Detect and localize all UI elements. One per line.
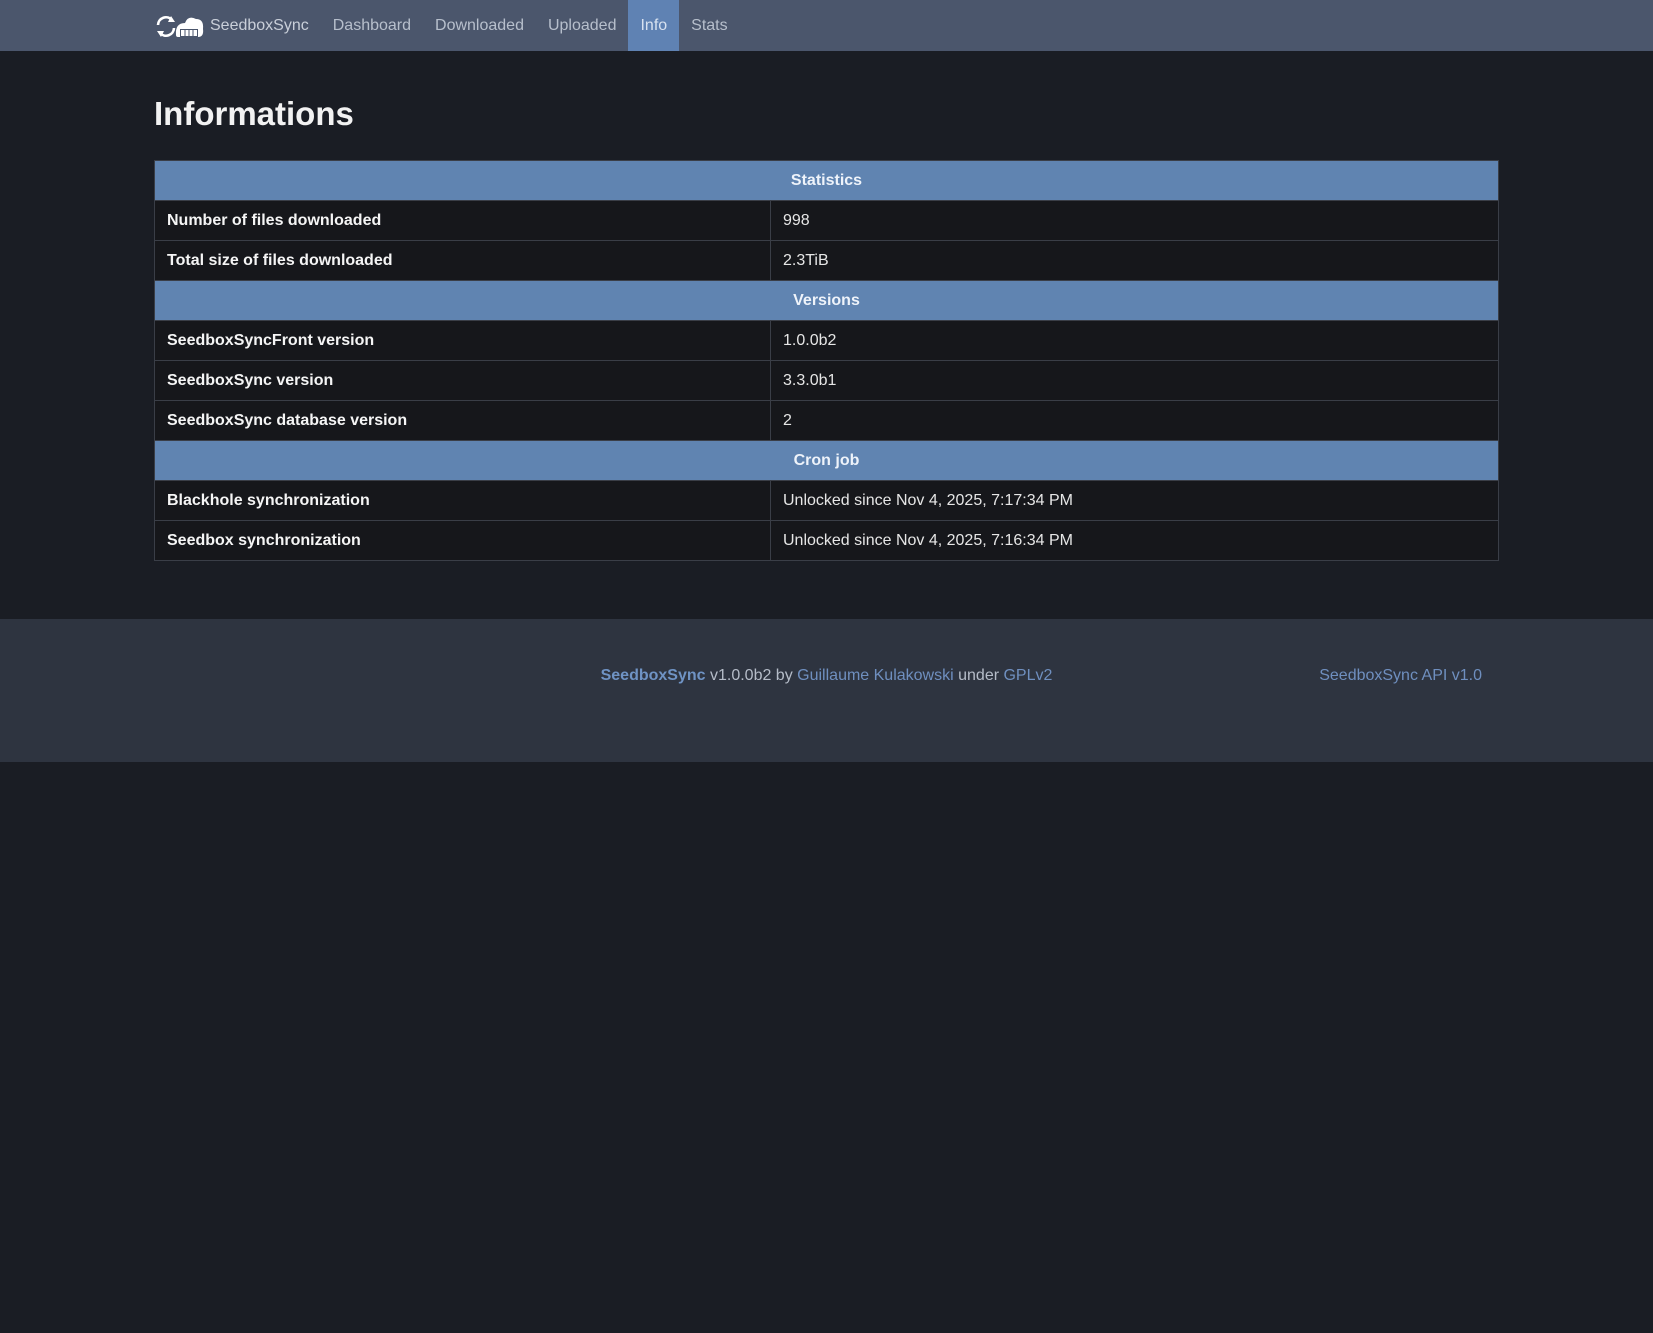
footer: SeedboxSync v1.0.0b2 by Guillaume Kulako… xyxy=(0,619,1653,762)
section-header-row: Cron job xyxy=(154,440,1499,481)
footer-api: SeedboxSync API v1.0 xyxy=(1319,667,1482,685)
nav-link-downloaded[interactable]: Downloaded xyxy=(423,0,536,51)
section-header-row: Statistics xyxy=(154,160,1499,201)
table-row: Number of files downloaded 998 xyxy=(154,200,1499,241)
row-value: 2.3TiB xyxy=(770,240,1499,281)
section-header-row: Versions xyxy=(154,280,1499,321)
info-table: Statistics Number of files downloaded 99… xyxy=(154,160,1499,561)
sync-cloud-logo-icon[interactable] xyxy=(154,11,204,41)
table-row: Total size of files downloaded 2.3TiB xyxy=(154,240,1499,281)
versions-header: Versions xyxy=(154,280,1499,321)
top-navbar: SeedboxSync Dashboard Downloaded Uploade… xyxy=(0,0,1653,51)
nav-link-stats[interactable]: Stats xyxy=(679,0,739,51)
row-label: Blackhole synchronization xyxy=(154,480,771,521)
footer-api-link[interactable]: SeedboxSync API v1.0 xyxy=(1319,667,1482,684)
table-row: SeedboxSyncFront version 1.0.0b2 xyxy=(154,320,1499,361)
page-title: Informations xyxy=(154,95,354,132)
row-label: SeedboxSync database version xyxy=(154,400,771,441)
nav-link-info[interactable]: Info xyxy=(628,0,680,51)
nav-link-uploaded[interactable]: Uploaded xyxy=(536,0,629,51)
footer-license-link[interactable]: GPLv2 xyxy=(1003,667,1052,684)
table-row: Seedbox synchronization Unlocked since N… xyxy=(154,520,1499,561)
nav-inner: SeedboxSync Dashboard Downloaded Uploade… xyxy=(154,0,740,51)
brand-link[interactable]: SeedboxSync xyxy=(210,17,309,35)
table-row: Blackhole synchronization Unlocked since… xyxy=(154,480,1499,521)
nav-link-dashboard[interactable]: Dashboard xyxy=(321,0,423,51)
row-value: 2 xyxy=(770,400,1499,441)
row-value: Unlocked since Nov 4, 2025, 7:17:34 PM xyxy=(770,480,1499,521)
row-label: Seedbox synchronization xyxy=(154,520,771,561)
row-value: 998 xyxy=(770,200,1499,241)
row-value: 1.0.0b2 xyxy=(770,320,1499,361)
row-value: 3.3.0b1 xyxy=(770,360,1499,401)
footer-brand-link[interactable]: SeedboxSync xyxy=(601,667,706,684)
footer-version-text: v1.0.0b2 by xyxy=(705,667,798,684)
footer-author-link[interactable]: Guillaume Kulakowski xyxy=(797,667,954,684)
row-label: Total size of files downloaded xyxy=(154,240,771,281)
row-label: SeedboxSync version xyxy=(154,360,771,401)
table-row: SeedboxSync database version 2 xyxy=(154,400,1499,441)
cron-job-header: Cron job xyxy=(154,440,1499,481)
row-label: Number of files downloaded xyxy=(154,200,771,241)
footer-under-text: under xyxy=(953,667,1004,684)
statistics-header: Statistics xyxy=(154,160,1499,201)
row-label: SeedboxSyncFront version xyxy=(154,320,771,361)
row-value: Unlocked since Nov 4, 2025, 7:16:34 PM xyxy=(770,520,1499,561)
table-row: SeedboxSync version 3.3.0b1 xyxy=(154,360,1499,401)
